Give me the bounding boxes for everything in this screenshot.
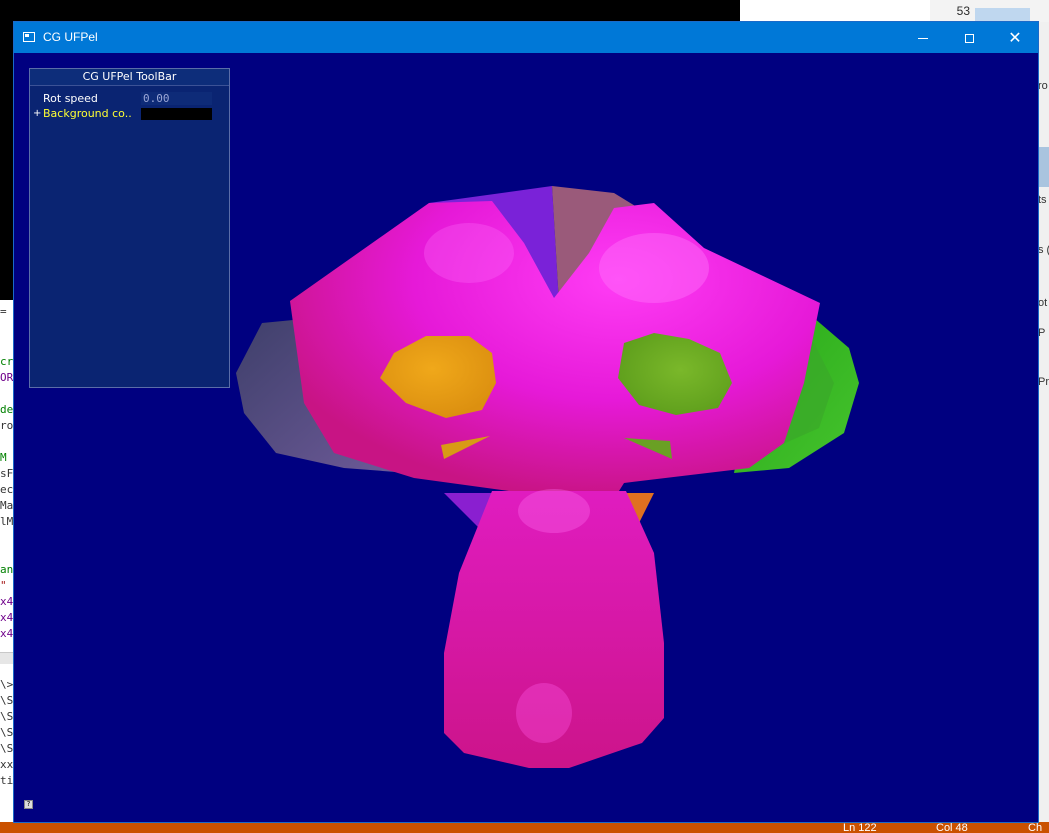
output-fragment: xx	[0, 758, 14, 771]
maximize-icon	[964, 34, 974, 43]
code-fragment: x4	[0, 627, 14, 640]
output-fragment: \S	[0, 742, 14, 755]
output-fragment: ti	[0, 774, 14, 787]
code-fragment: M	[0, 451, 7, 464]
cheek-highlight-left	[424, 223, 514, 283]
output-fragment: \>	[0, 678, 14, 691]
background-code-area	[758, 0, 930, 22]
close-button[interactable]: ✕	[992, 22, 1038, 53]
rot-speed-row[interactable]: Rot speed 0.00	[30, 92, 229, 106]
minimize-button[interactable]	[900, 22, 946, 53]
code-fragment: an	[0, 563, 14, 576]
code-fragment: x4	[0, 611, 14, 624]
side-fragment: ts	[1038, 194, 1047, 206]
code-fragment: sF	[0, 467, 14, 480]
status-line: Ln 122	[843, 822, 877, 833]
minimize-icon	[918, 38, 928, 39]
rot-speed-value[interactable]: 0.00	[141, 92, 212, 105]
side-fragment: ro	[1038, 80, 1048, 92]
code-fragment: de	[0, 403, 14, 416]
title-bar[interactable]: CG UFPel ✕	[14, 22, 1038, 53]
toolbar-title[interactable]: CG UFPel ToolBar	[30, 69, 229, 86]
background-gutter	[740, 0, 759, 22]
side-fragment: ot	[1038, 297, 1048, 309]
nose-highlight	[518, 489, 590, 533]
side-fragment: Pr	[1038, 376, 1049, 388]
code-fragment: ro	[0, 419, 14, 432]
expand-icon[interactable]: +	[33, 107, 41, 121]
window-title: CG UFPel	[43, 30, 98, 44]
code-fragment: OR	[0, 371, 14, 384]
toolbar-panel[interactable]: CG UFPel ToolBar Rot speed 0.00 + Backgr…	[29, 68, 230, 388]
maximize-button[interactable]	[946, 22, 992, 53]
background-side-panel: ro ts s ( ot P Pr	[1038, 22, 1049, 822]
code-fragment: x4	[0, 595, 14, 608]
background-color-row[interactable]: + Background co..	[30, 107, 229, 121]
code-fragment: lM	[0, 515, 14, 528]
code-fragment: cr	[0, 355, 14, 368]
rot-speed-label: Rot speed	[43, 92, 98, 105]
cheek-highlight-right	[599, 233, 709, 303]
background-output-pane: \> \S \S \S \S xx ti	[0, 664, 14, 824]
code-fragment: "	[0, 579, 7, 592]
background-color-label: Background co..	[43, 107, 132, 120]
opengl-viewport[interactable]: CG UFPel ToolBar Rot speed 0.00 + Backgr…	[14, 53, 1038, 822]
background-code-editor: = cr OR de ro M sF ec Ma lM an " x4 x4 x…	[0, 300, 14, 660]
output-fragment: \S	[0, 710, 14, 723]
background-line-number: 53	[956, 4, 970, 18]
side-fragment: s (	[1038, 244, 1049, 256]
close-icon: ✕	[1008, 28, 1022, 47]
status-col: Col 48	[936, 822, 968, 833]
background-side-selection	[1038, 147, 1049, 187]
background-editor-top: 53	[740, 0, 1049, 22]
window-app-icon	[23, 32, 35, 42]
app-window[interactable]: CG UFPel ✕ CG UFPel ToolBar Rot speed 0.…	[14, 22, 1038, 822]
background-color-swatch[interactable]	[141, 108, 212, 120]
ide-status-bar: Ln 122 Col 48 Ch 4	[0, 822, 1049, 833]
status-ch: Ch 4	[1028, 822, 1043, 833]
side-fragment: P	[1038, 327, 1046, 339]
code-fragment: ec	[0, 483, 14, 496]
background-scroll-marker	[975, 8, 1030, 22]
output-fragment: \S	[0, 694, 14, 707]
code-fragment: Ma	[0, 499, 14, 512]
code-fragment: =	[0, 305, 7, 318]
chin-highlight	[516, 683, 572, 743]
output-fragment: \S	[0, 726, 14, 739]
help-icon[interactable]: ?	[24, 800, 33, 809]
